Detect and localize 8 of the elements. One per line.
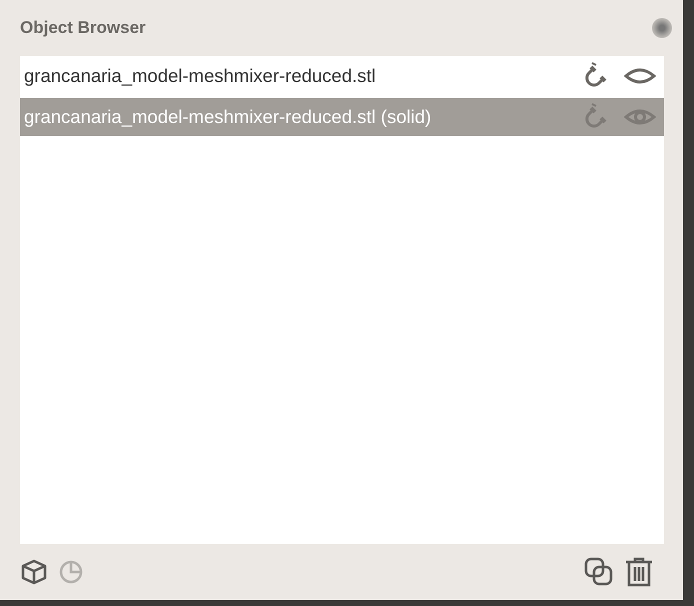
close-button[interactable] [652, 18, 672, 38]
window-title: Object Browser [20, 18, 146, 38]
duplicate-icon[interactable] [584, 557, 614, 587]
object-name: grancanaria_model-meshmixer-reduced.stl [24, 65, 377, 87]
trash-icon[interactable] [624, 557, 654, 587]
object-name: grancanaria_model-meshmixer-reduced.stl (solid) [24, 106, 432, 128]
cube-icon[interactable] [20, 558, 48, 586]
object-row[interactable]: grancanaria_model-meshmixer-reduced.stl [20, 56, 664, 96]
